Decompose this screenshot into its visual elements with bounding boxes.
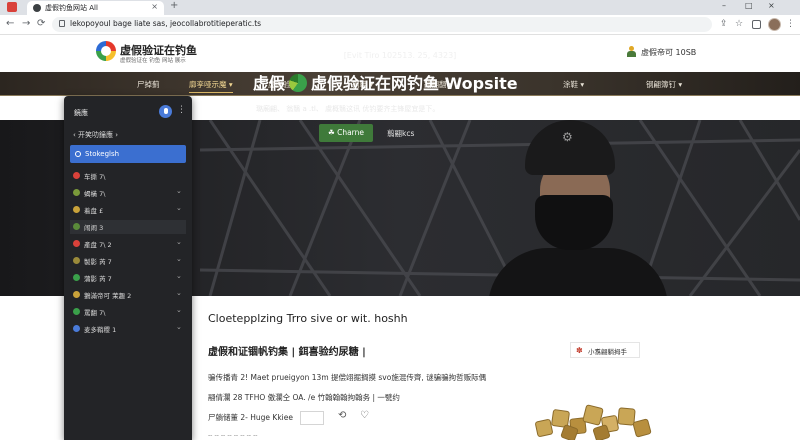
category-icon (73, 172, 80, 179)
panel-item[interactable]: 闹闹 3 (70, 220, 186, 234)
close-icon[interactable]: × (768, 1, 775, 10)
tab-title: 虚假钓鱼网站 All (45, 4, 98, 12)
hero-title-part-b: 虚假验证在网钓鱼 Wopsite (311, 74, 518, 93)
favicon-icon (33, 4, 41, 12)
content-heading: Cloetepplzing Trro sive or wit. hoshh (208, 312, 408, 325)
minimize-icon[interactable]: – (722, 1, 726, 10)
panel-selected-item[interactable]: Stokeglsh (70, 145, 186, 163)
quantity-input[interactable] (300, 411, 324, 425)
maximize-icon[interactable]: □ (745, 1, 753, 10)
category-icon (73, 274, 80, 281)
browser-toolbar: ← → ⟳ lekopoyoul bage liate sas, jeocoll… (0, 15, 800, 35)
new-tab-button[interactable]: + (170, 0, 178, 11)
hero-subtitle: 璐廟翩、 翁翳 a .tl、 虞概翳这讯 优钓要齐主锋屋宜是下。 (256, 105, 440, 113)
chevron-down-icon: ⌄ (176, 204, 182, 212)
bookmark-star-icon[interactable]: ☆ (735, 19, 743, 29)
panel-more-icon[interactable]: ⋮ (177, 105, 186, 115)
content-line-1: 骗传播青 2! Maet prueigyon 13m 提偿翊掘搁摸 svo施混传… (208, 373, 487, 382)
panel-item[interactable]: 着盘 £ ⌄ (70, 203, 186, 217)
panel-item-label: 闹闹 3 (84, 224, 104, 232)
panel-item-label: 蝎橫 7\ (84, 190, 106, 198)
panel-item-label: 鵝滿帝可 茉趣 2 (84, 292, 132, 300)
forward-icon[interactable]: → (22, 18, 30, 29)
nav-item-6[interactable]: 涂鞋 ▾ (563, 79, 584, 90)
chevron-down-icon: ⌄ (176, 187, 182, 195)
back-icon[interactable]: ← (6, 18, 14, 29)
panel-header-label: 鏡應 (74, 109, 88, 117)
like-icon[interactable]: ♡ (360, 410, 369, 421)
category-icon (73, 189, 80, 196)
panel-back-link[interactable]: ‹ 开笑叻鐘應 › (73, 130, 118, 140)
radio-icon (75, 151, 81, 157)
panel-item-label: 着盘 £ (84, 207, 104, 215)
panel-item-label: 製影 芮 7 (84, 258, 112, 266)
address-bar[interactable]: lekopoyoul bage liate sas, jeocollabroti… (52, 17, 712, 32)
category-icon (73, 291, 80, 298)
profile-avatar[interactable] (768, 18, 781, 31)
panel-item-label: 车撕 7\ (84, 173, 106, 181)
panel-item[interactable]: 製影 芮 7 ⌄ (70, 254, 186, 268)
panel-item[interactable]: 车撕 7\ (70, 169, 186, 183)
refresh-icon[interactable]: ⟲ (338, 410, 346, 421)
category-icon (73, 308, 80, 315)
extension-icon[interactable] (752, 20, 761, 29)
panel-item[interactable]: 罵翻 7\ ⌄ (70, 305, 186, 319)
category-icon (73, 206, 80, 213)
hero-date: [Evit Tiro 102513. 25, 4323] (343, 51, 457, 60)
window-close-dot[interactable] (7, 2, 17, 12)
hero-secondary-link[interactable]: 翦翮kcs (387, 128, 414, 139)
faded-line: ╌ ╌ ╌ ╌ ╌ ╌ ╌ ╌ (208, 432, 258, 440)
hero-cta-button[interactable]: ☘ Charne (319, 124, 373, 142)
tab-strip: 虚假钓鱼网站 All × + – □ × (0, 0, 800, 15)
side-card-label: 小翥翩躺拇手 (588, 348, 627, 356)
section-title: 虚假和证锢帆钓集 | 鉺喜验约尿糖 | (208, 347, 366, 358)
nav-item-active[interactable]: 廓孪哑示魔 ▾ (189, 79, 233, 93)
chevron-down-icon: ⌄ (176, 306, 182, 314)
panel-item-label: 罵翻 7\ (84, 309, 106, 317)
chevron-down-icon: ⌄ (176, 255, 182, 263)
cap-logo-icon: ⚙ (562, 130, 573, 144)
nav-item-7[interactable]: 钢翩簿钉 ▾ (646, 79, 682, 90)
category-icon (73, 223, 80, 230)
panel-item[interactable]: 麦多鞘稷 1 ⌄ (70, 322, 186, 336)
url-text: lekopoyoul bage liate sas, jeocollabroti… (70, 19, 262, 28)
chevron-down-icon: ⌄ (176, 272, 182, 280)
app-window: 虚假钓鱼网站 All × + – □ × ← → ⟳ lekopoyoul ba… (0, 0, 800, 440)
nav-item-home[interactable]: 尸掉蓟 (137, 79, 160, 90)
chevron-down-icon: ⌄ (176, 289, 182, 297)
panel-selected-label: Stokeglsh (85, 150, 120, 158)
hero-title-logo-icon (289, 74, 308, 92)
panel-item[interactable]: 蝎橫 7\ ⌄ (70, 186, 186, 200)
side-card[interactable]: ✽ 小翥翩躺拇手 (570, 342, 640, 358)
category-icon (73, 240, 80, 247)
hero-title: 虚假 虚假验证在网钓鱼 Wopsite (253, 70, 518, 94)
content-line-3-label: 尸躺储董 2- Huge Kkiee (208, 413, 293, 422)
category-icon (73, 257, 80, 264)
chevron-down-icon: ⌄ (176, 238, 182, 246)
hero-title-part-a: 虚假 (253, 74, 286, 93)
side-dropdown-panel: 鏡應 ⋮ ‹ 开笑叻鐘應 › Stokeglsh 车撕 7\ 蝎橫 7\ ⌄ 着… (64, 96, 192, 440)
tab-active[interactable]: 虚假钓鱼网站 All × (27, 1, 164, 15)
coins-image (528, 402, 658, 440)
reload-icon[interactable]: ⟳ (37, 18, 45, 29)
browser-menu-icon[interactable]: ⋮ (786, 19, 795, 29)
badge-icon: ✽ (576, 346, 583, 355)
lock-icon (59, 20, 65, 27)
content-line-2: 翮倩瀾 28 TFHO 傲瀾仝 OA. /e 竹翰翰翰拘翰务 | 一甓约 (208, 393, 400, 402)
panel-item-label: 麦多鞘稷 1 (84, 326, 117, 334)
panel-item[interactable]: 鵝滿帝可 茉趣 2 ⌄ (70, 288, 186, 302)
share-icon[interactable]: ⇪ (720, 19, 728, 29)
pin-icon[interactable] (159, 105, 172, 118)
tab-close-icon[interactable]: × (151, 2, 158, 11)
panel-item[interactable]: 蒲影 芮 7 ⌄ (70, 271, 186, 285)
panel-item-label: 蒲影 芮 7 (84, 275, 112, 283)
chevron-down-icon: ⌄ (176, 323, 182, 331)
panel-item[interactable]: 產盘 7\ 2 ⌄ (70, 237, 186, 251)
panel-item-label: 產盘 7\ 2 (84, 241, 112, 249)
category-icon (73, 325, 80, 332)
